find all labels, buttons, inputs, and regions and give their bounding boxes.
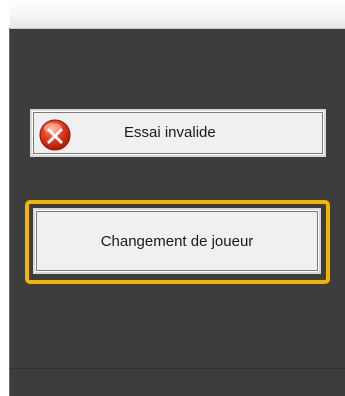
change-player-button[interactable]: Changement de joueur <box>33 208 321 274</box>
error-x-icon <box>39 119 71 151</box>
change-player-label: Changement de joueur <box>100 232 254 250</box>
panel-divider <box>10 368 345 369</box>
window: Essai invalide Changement de joueur <box>0 0 345 396</box>
invalid-attempt-button[interactable]: Essai invalide <box>30 109 326 157</box>
window-title-strip <box>10 0 345 29</box>
invalid-attempt-label: Essai invalide <box>124 124 216 141</box>
